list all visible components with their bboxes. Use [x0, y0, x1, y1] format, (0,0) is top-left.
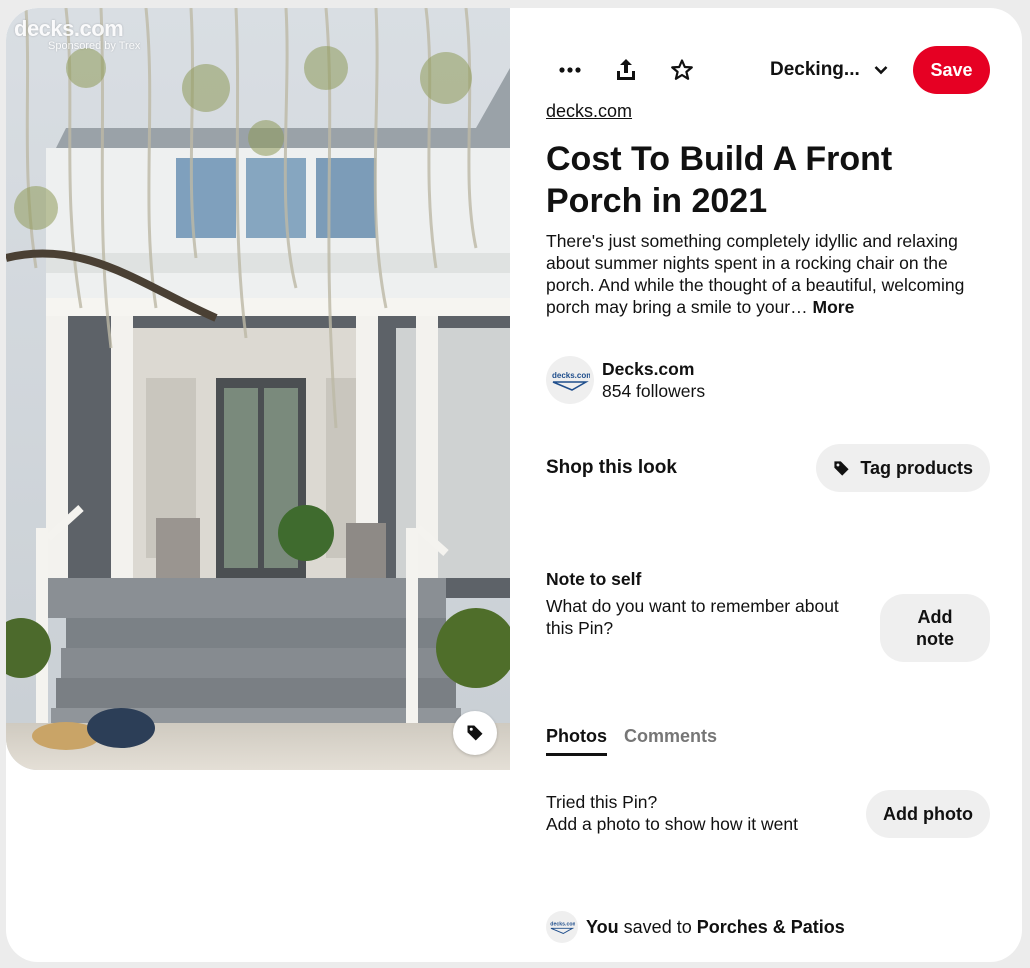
pin-closeup-card: decks.com Sponsored by Trex Decking... S…: [6, 8, 1022, 962]
shop-section: Shop this look Tag products: [546, 444, 990, 492]
saved-by-user[interactable]: You: [586, 917, 619, 938]
tried-subtext: Add a photo to show how it went: [546, 814, 798, 834]
porch-photo: [6, 8, 510, 770]
tag-products-button[interactable]: Tag products: [816, 444, 990, 492]
watermark-sponsor: Sponsored by Trex: [48, 40, 141, 52]
add-note-button[interactable]: Add note: [880, 594, 990, 662]
tag-products-label: Tag products: [860, 457, 973, 478]
star-icon: [671, 59, 693, 80]
save-button[interactable]: Save: [913, 46, 990, 94]
saved-board-link[interactable]: Porches & Patios: [697, 917, 845, 938]
note-title: Note to self: [546, 569, 642, 589]
tag-icon: [467, 725, 483, 741]
share-button[interactable]: [602, 46, 650, 94]
avatar[interactable]: decks.com: [546, 356, 594, 404]
pin-description-text: There's just something completely idylli…: [546, 231, 965, 317]
activity-tabs: Photos Comments: [546, 726, 717, 756]
tag-icon: [834, 460, 849, 476]
pin-description: There's just something completely idylli…: [546, 230, 986, 318]
chevron-down-icon: [874, 66, 888, 75]
share-icon: [617, 59, 635, 80]
favorite-button[interactable]: [658, 46, 706, 94]
more-icon: [559, 67, 581, 73]
pin-title: Cost To Build A Front Porch in 2021: [546, 140, 893, 220]
pin-image[interactable]: decks.com Sponsored by Trex: [6, 8, 510, 770]
board-selector-label: Decking...: [770, 59, 860, 80]
more-link[interactable]: More: [813, 297, 855, 317]
board-selector[interactable]: Decking...: [770, 46, 888, 94]
shop-title: Shop this look: [546, 457, 677, 478]
tried-prompt: Tried this Pin? Add a photo to show how …: [546, 791, 846, 835]
decks-logo-icon: decks.com: [550, 922, 575, 935]
add-photo-button[interactable]: Add photo: [866, 790, 990, 838]
saved-to-board: decks.com You saved to Porches & Patios: [546, 911, 845, 943]
pin-details: Decking... Save decks.com Cost To Build …: [546, 8, 990, 962]
svg-text:decks.com: decks.com: [550, 922, 575, 928]
decks-logo-icon: decks.com: [552, 371, 590, 391]
creator-text: Decks.com 854 followers: [602, 358, 705, 402]
note-prompt: What do you want to remember about this …: [546, 596, 839, 638]
creator-info[interactable]: decks.com Decks.com 854 followers: [546, 356, 705, 404]
svg-text:decks.com: decks.com: [552, 371, 590, 380]
avatar[interactable]: decks.com: [546, 911, 578, 943]
saved-to-text: saved to: [618, 916, 697, 937]
creator-followers: 854 followers: [602, 381, 706, 401]
image-tag-button[interactable]: [453, 711, 497, 755]
image-watermark: decks.com Sponsored by Trex: [14, 16, 140, 52]
creator-name[interactable]: Decks.com: [602, 358, 705, 380]
watermark-logo: decks.com: [14, 16, 124, 41]
tab-photos[interactable]: Photos: [546, 726, 607, 756]
tried-heading: Tried this Pin?: [546, 792, 658, 812]
source-link[interactable]: decks.com: [546, 101, 632, 122]
tab-comments[interactable]: Comments: [624, 726, 717, 756]
pin-toolbar: Decking... Save: [546, 46, 990, 94]
more-options-button[interactable]: [546, 46, 594, 94]
